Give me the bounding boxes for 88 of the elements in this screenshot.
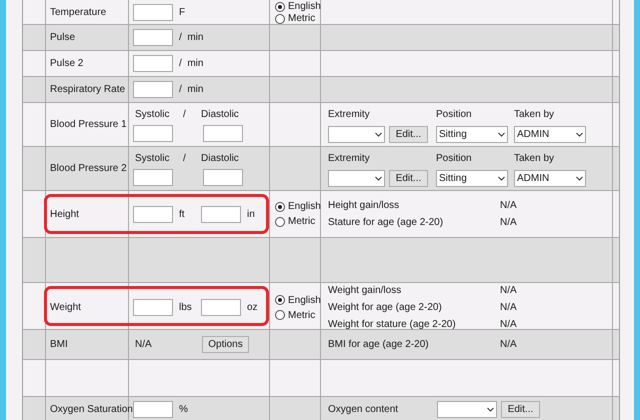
unit-label: / min [179,31,204,45]
unit-label: / min [179,83,204,97]
dropdown[interactable] [328,170,385,186]
input-field[interactable] [201,299,241,316]
result-label: Weight gain/loss [328,284,402,298]
chevron-down-icon [498,176,505,180]
result-value: N/A [500,216,517,230]
input-field[interactable] [133,55,173,72]
field-label: Position [436,152,473,166]
result-label: Weight for age (age 2-20) [328,301,443,315]
dropdown[interactable] [328,126,385,142]
input-field[interactable] [133,4,173,20]
field-label: Position [436,108,473,122]
field-label: Extremity [328,108,371,122]
field-label: Taken by [514,108,556,122]
field-label: Taken by [514,152,556,166]
bmi-value: N/A [134,338,153,352]
radio-label: English [288,1,321,12]
unit-label: ft [179,208,186,222]
field-label: Blood Pressure 2 [49,162,127,176]
radio-button[interactable] [275,202,285,212]
field-label: Respiratory Rate [49,83,126,97]
dropdown[interactable]: Sitting [436,170,508,186]
dropdown[interactable]: Sitting [436,126,508,142]
edit-button[interactable]: Edit... [501,401,540,418]
input-field[interactable] [203,169,243,186]
result-label: Stature for age (age 2-20) [328,216,444,230]
field-label: Systolic [134,108,170,122]
field-label: Diastolic [201,108,239,122]
input-field[interactable] [133,125,173,142]
input-field[interactable] [133,169,173,186]
radio-label: English [288,201,321,212]
result-label: Weight for stature (age 2-20) [328,318,457,332]
result-value: N/A [500,338,517,352]
result-label: Height gain/loss [328,199,400,213]
chevron-down-icon [498,132,505,136]
unit-label: F [179,6,186,20]
radio-button[interactable] [275,14,285,24]
field-label: Weight [49,301,81,315]
result-value: N/A [500,199,517,213]
separator-label: / [183,108,187,122]
radio-button[interactable] [275,310,285,320]
input-field[interactable] [201,206,241,222]
field-label: BMI [49,338,68,352]
result-value: N/A [500,318,517,332]
input-field[interactable] [133,81,173,98]
edit-button[interactable]: Edit... [389,126,428,142]
input-field[interactable] [133,299,173,316]
input-field[interactable] [133,401,173,418]
field-label: Oxygen content [328,403,400,417]
chevron-down-icon [576,132,583,136]
radio-label: English [288,294,321,306]
edit-button[interactable]: Edit... [389,170,428,186]
chevron-down-icon [375,176,382,180]
radio-button[interactable] [275,2,285,12]
radio-button[interactable] [275,295,285,305]
dropdown[interactable]: ADMIN [514,170,586,186]
result-value: N/A [500,284,517,298]
options-button[interactable]: Options [202,336,249,353]
unit-label: % [179,403,189,417]
input-field[interactable] [133,206,173,222]
field-label: Diastolic [201,152,239,166]
radio-button[interactable] [275,216,285,226]
field-label: Pulse [49,31,76,45]
input-field[interactable] [133,29,173,46]
result-label: BMI for age (age 2-20) [328,338,430,352]
unit-label: lbs [179,301,193,315]
chevron-down-icon [576,176,583,180]
result-value: N/A [500,301,517,315]
input-field[interactable] [203,125,243,142]
unit-label: / min [179,57,204,71]
radio-label: Metric [288,216,316,227]
radio-label: Metric [288,310,316,320]
unit-label: oz [247,301,259,315]
field-label: Temperature [49,6,106,20]
unit-label: in [247,208,256,222]
chevron-down-icon [375,132,382,136]
field-label: Systolic [134,152,170,166]
radio-label: Metric [288,13,316,24]
dropdown[interactable]: ADMIN [514,126,586,142]
field-label: Oxygen Saturation [49,403,133,417]
chevron-down-icon [487,407,494,412]
separator-label: / [183,152,187,166]
field-label: Height [49,208,79,222]
field-label: Pulse 2 [49,57,84,71]
field-label: Extremity [328,152,371,166]
dropdown[interactable] [437,401,497,418]
field-label: Blood Pressure 1 [49,118,127,132]
